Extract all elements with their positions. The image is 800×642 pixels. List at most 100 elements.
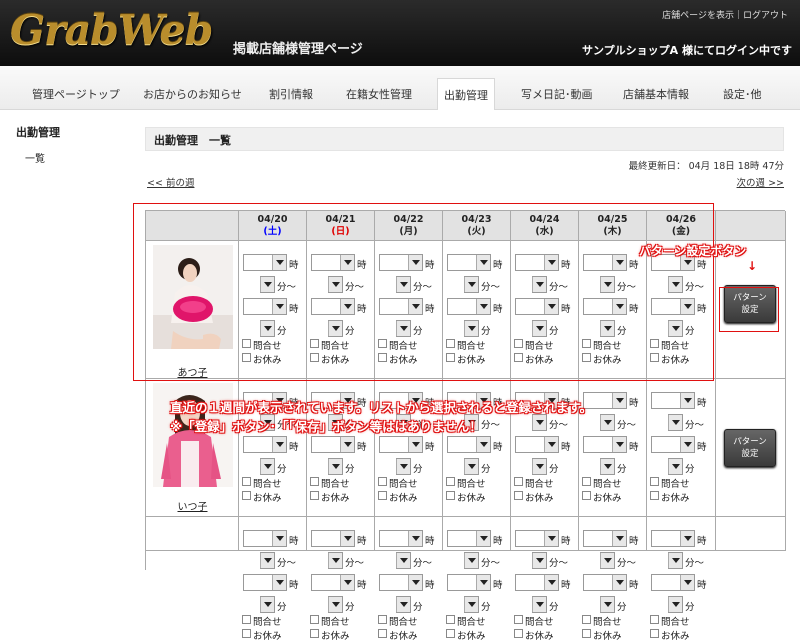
rest-checkbox[interactable] bbox=[242, 491, 251, 500]
end-hour-select[interactable] bbox=[651, 436, 695, 453]
start-hour-select[interactable] bbox=[651, 530, 695, 547]
pattern-setting-button[interactable]: パターン 設定 bbox=[724, 429, 776, 467]
next-week-link[interactable]: 次の週 >> bbox=[737, 175, 784, 189]
end-hour-select[interactable] bbox=[447, 574, 491, 591]
unit-label: 分〜 bbox=[481, 420, 501, 431]
end-minute-select[interactable] bbox=[328, 596, 343, 613]
nav-item-attendance[interactable]: 出勤管理 bbox=[437, 78, 495, 110]
rest-checkbox[interactable] bbox=[446, 629, 455, 638]
chevron-down-icon bbox=[532, 459, 546, 474]
end-minute-select[interactable] bbox=[532, 596, 547, 613]
inquiry-checkbox[interactable] bbox=[446, 615, 455, 624]
rest-label: お休み bbox=[389, 631, 418, 642]
nav-item-photo-diary[interactable]: 写メ日記･動画 bbox=[521, 86, 593, 102]
end-minute-select[interactable] bbox=[396, 596, 411, 613]
start-hour-select[interactable] bbox=[379, 530, 423, 547]
rest-checkbox[interactable] bbox=[242, 629, 251, 638]
start-hour-select[interactable] bbox=[515, 530, 559, 547]
inquiry-checkbox[interactable] bbox=[242, 615, 251, 624]
inquiry-checkbox[interactable] bbox=[582, 477, 591, 486]
end-hour-select[interactable] bbox=[379, 574, 423, 591]
inquiry-checkbox[interactable] bbox=[582, 615, 591, 624]
end-hour-select[interactable] bbox=[311, 574, 355, 591]
start-minute-select[interactable] bbox=[464, 552, 479, 569]
nav-item-settings[interactable]: 設定･他 bbox=[723, 86, 762, 102]
end-minute-select[interactable] bbox=[396, 458, 411, 475]
start-minute-select[interactable] bbox=[532, 414, 547, 431]
end-minute-select[interactable] bbox=[668, 458, 683, 475]
start-minute-select[interactable] bbox=[668, 414, 683, 431]
rest-checkbox[interactable] bbox=[514, 629, 523, 638]
start-hour-select[interactable] bbox=[311, 530, 355, 547]
chevron-down-icon bbox=[668, 553, 682, 568]
rest-checkbox[interactable] bbox=[378, 629, 387, 638]
staff-name[interactable]: いつ子 bbox=[146, 498, 239, 513]
nav-item-notices[interactable]: お店からのお知らせ bbox=[143, 86, 242, 102]
end-hour-select[interactable] bbox=[243, 574, 287, 591]
sidebar-item-list[interactable]: 一覧 bbox=[25, 150, 45, 165]
schedule-cell: 時分〜時分問合せ お休み bbox=[375, 517, 443, 642]
start-minute-select[interactable] bbox=[668, 552, 683, 569]
end-hour-select[interactable] bbox=[515, 574, 559, 591]
logout-link[interactable]: ログアウト bbox=[743, 11, 788, 21]
rest-checkbox[interactable] bbox=[582, 629, 591, 638]
inquiry-checkbox[interactable] bbox=[378, 615, 387, 624]
inquiry-checkbox[interactable] bbox=[310, 477, 319, 486]
inquiry-checkbox[interactable] bbox=[650, 615, 659, 624]
end-minute-select[interactable] bbox=[260, 458, 275, 475]
end-minute-select[interactable] bbox=[260, 596, 275, 613]
nav-item-shop-info[interactable]: 店舗基本情報 bbox=[623, 86, 689, 102]
unit-label: 時 bbox=[289, 580, 299, 591]
action-cell: パターン 設定 bbox=[716, 379, 786, 517]
inquiry-checkbox[interactable] bbox=[378, 477, 387, 486]
start-hour-select[interactable] bbox=[583, 530, 627, 547]
shop-page-link[interactable]: 店舗ページを表示 bbox=[662, 11, 734, 21]
rest-checkbox[interactable] bbox=[446, 491, 455, 500]
end-minute-select[interactable] bbox=[600, 458, 615, 475]
prev-week-link[interactable]: << 前の週 bbox=[147, 175, 194, 189]
start-hour-select[interactable] bbox=[243, 530, 287, 547]
end-hour-select[interactable] bbox=[243, 436, 287, 453]
end-hour-select[interactable] bbox=[583, 436, 627, 453]
inquiry-checkbox[interactable] bbox=[242, 477, 251, 486]
end-minute-select[interactable] bbox=[464, 596, 479, 613]
inquiry-checkbox[interactable] bbox=[310, 615, 319, 624]
chevron-down-icon bbox=[668, 597, 682, 612]
start-hour-select[interactable] bbox=[447, 530, 491, 547]
nav-item-discounts[interactable]: 割引情報 bbox=[269, 86, 313, 102]
end-hour-select[interactable] bbox=[447, 436, 491, 453]
rest-checkbox[interactable] bbox=[310, 491, 319, 500]
start-minute-select[interactable] bbox=[600, 414, 615, 431]
start-minute-select[interactable] bbox=[600, 552, 615, 569]
rest-checkbox[interactable] bbox=[310, 629, 319, 638]
start-minute-select[interactable] bbox=[532, 552, 547, 569]
rest-checkbox[interactable] bbox=[650, 629, 659, 638]
inquiry-checkbox[interactable] bbox=[446, 477, 455, 486]
start-hour-select[interactable] bbox=[651, 392, 695, 409]
end-hour-select[interactable] bbox=[651, 574, 695, 591]
end-hour-select[interactable] bbox=[311, 436, 355, 453]
start-minute-select[interactable] bbox=[260, 552, 275, 569]
chevron-down-icon bbox=[396, 459, 410, 474]
nav-item-admin-top[interactable]: 管理ページトップ bbox=[32, 86, 120, 102]
nav-item-staff[interactable]: 在籍女性管理 bbox=[346, 86, 412, 102]
end-hour-select[interactable] bbox=[379, 436, 423, 453]
unit-label: 時 bbox=[493, 536, 503, 547]
rest-checkbox[interactable] bbox=[514, 491, 523, 500]
inquiry-checkbox[interactable] bbox=[514, 615, 523, 624]
chevron-down-icon bbox=[272, 531, 286, 546]
end-minute-select[interactable] bbox=[328, 458, 343, 475]
rest-checkbox[interactable] bbox=[650, 491, 659, 500]
inquiry-checkbox[interactable] bbox=[650, 477, 659, 486]
end-minute-select[interactable] bbox=[668, 596, 683, 613]
rest-checkbox[interactable] bbox=[378, 491, 387, 500]
start-minute-select[interactable] bbox=[328, 552, 343, 569]
end-minute-select[interactable] bbox=[600, 596, 615, 613]
end-minute-select[interactable] bbox=[464, 458, 479, 475]
inquiry-checkbox[interactable] bbox=[514, 477, 523, 486]
start-minute-select[interactable] bbox=[396, 552, 411, 569]
end-hour-select[interactable] bbox=[583, 574, 627, 591]
end-hour-select[interactable] bbox=[515, 436, 559, 453]
rest-checkbox[interactable] bbox=[582, 491, 591, 500]
end-minute-select[interactable] bbox=[532, 458, 547, 475]
